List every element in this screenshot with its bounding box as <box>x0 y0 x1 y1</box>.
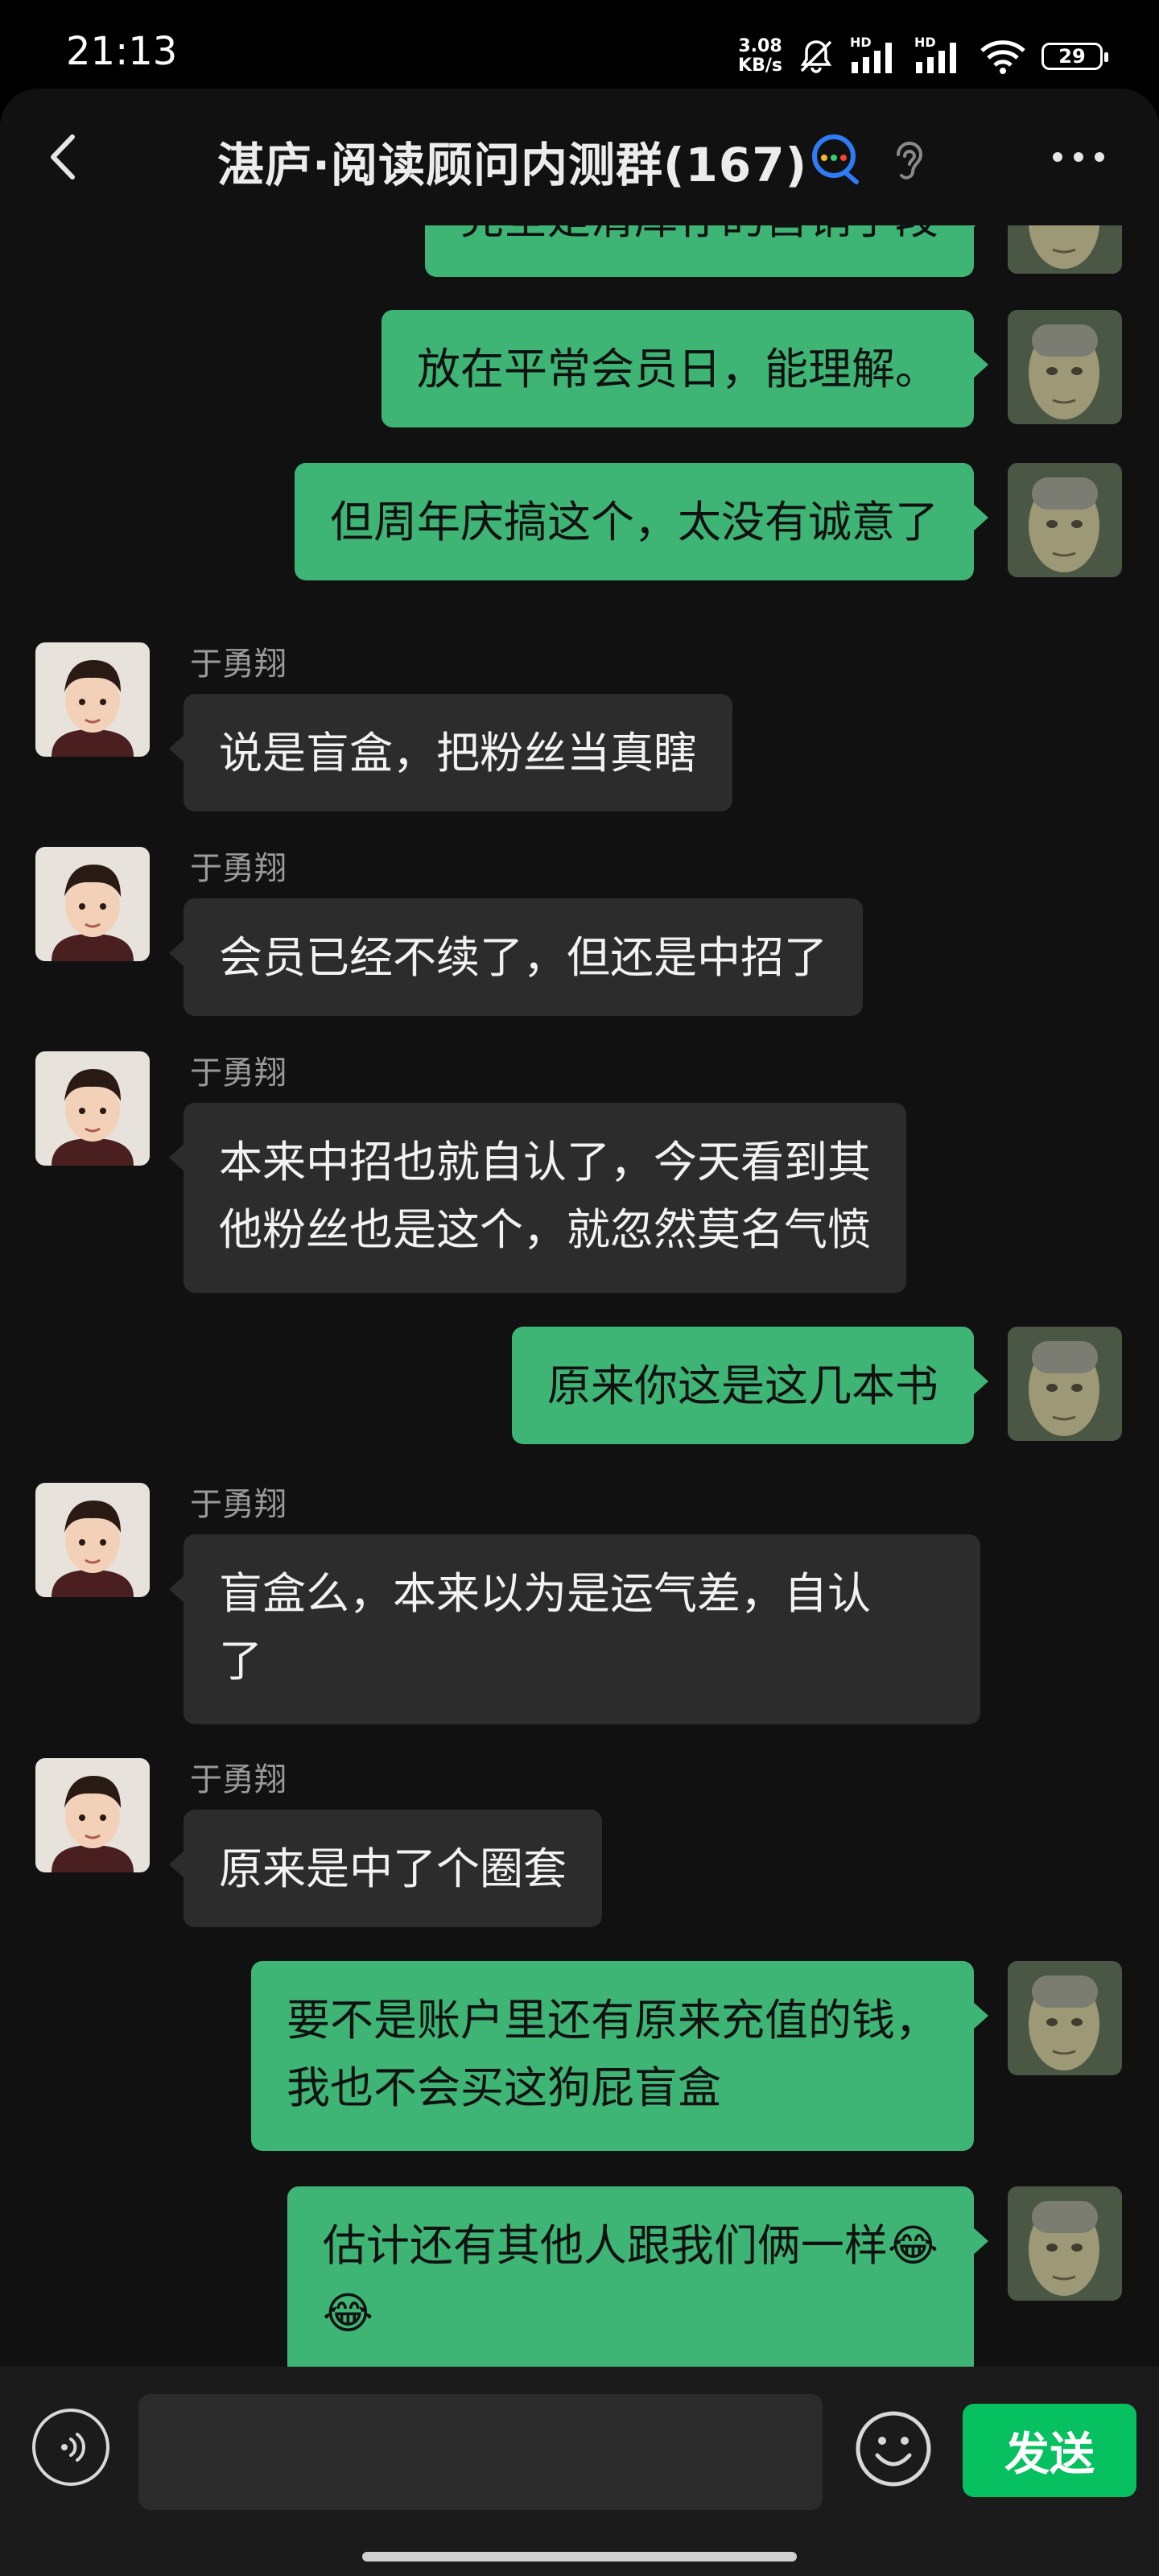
avatar[interactable] <box>35 1758 150 1872</box>
signal-icon <box>852 43 892 73</box>
message-bubble[interactable]: 盲盒么，本来以为是运气差，自认 了 <box>169 1534 980 1724</box>
avatar[interactable] <box>35 642 150 757</box>
message-bubble[interactable]: 估计还有其他人跟我们俩一样😂 😂 <box>287 2186 989 2375</box>
ear-icon <box>897 142 923 180</box>
avatar[interactable] <box>1008 1327 1122 1441</box>
avatar[interactable] <box>35 847 150 961</box>
status-bar: 21:13 3.08 KB/s HD HD 29 <box>0 0 1159 95</box>
mute-bell-icon <box>800 40 832 73</box>
message-row: 放在平常会员日，能理解。 <box>0 310 1159 431</box>
status-time: 21:13 <box>66 29 178 74</box>
avatar[interactable] <box>1008 2186 1122 2301</box>
network-speed: 3.08 KB/s <box>738 36 782 76</box>
message-input[interactable] <box>138 2394 823 2510</box>
message-row: 于勇翔 会员已经不续了，但还是中招了 <box>0 847 1159 1016</box>
battery-indicator: 29 <box>1041 43 1108 70</box>
signal-1: HD <box>850 35 900 75</box>
sender-name: 于勇翔 <box>190 646 287 683</box>
message-bubble[interactable]: 说是盲盒，把粉丝当真瞎 <box>169 694 732 811</box>
signal-icon <box>916 43 956 73</box>
input-bar: 发送 <box>0 2367 1159 2576</box>
message-bubble[interactable]: 原来你这是这几本书 <box>512 1327 988 1444</box>
chat-bubble-icon <box>812 134 859 184</box>
chat-window: 湛庐·阅读顾问内测群(167) 完全是清库存的营销手段 <box>0 89 1159 2375</box>
avatar[interactable] <box>1008 463 1122 577</box>
message-row: 于勇翔 说是盲盒，把粉丝当真瞎 <box>0 642 1159 811</box>
sender-name: 于勇翔 <box>190 850 287 887</box>
sender-name: 于勇翔 <box>190 1761 287 1798</box>
message-row: 原来你这是这几本书 <box>0 1327 1159 1447</box>
message-row: 于勇翔 原来是中了个圈套 <box>0 1758 1159 1927</box>
avatar[interactable] <box>35 1483 150 1597</box>
more-horizontal-icon[interactable] <box>1046 137 1111 177</box>
message-row: 要不是账户里还有原来充值的钱， 我也不会买这狗屁盲盒 <box>0 1961 1159 2154</box>
sender-name: 于勇翔 <box>190 1486 287 1523</box>
avatar[interactable] <box>1008 310 1122 424</box>
avatar[interactable] <box>35 1051 150 1166</box>
voice-icon <box>61 2433 85 2462</box>
title-icons <box>808 130 929 188</box>
page-title[interactable]: 湛庐·阅读顾问内测群(167) <box>217 127 807 195</box>
message-list[interactable]: 完全是清库存的营销手段 放在平常会员日，能理解。 <box>0 159 1159 2375</box>
message-row: 于勇翔 盲盒么，本来以为是运气差，自认 了 <box>0 1483 1159 1724</box>
chevron-left-icon[interactable] <box>37 129 93 185</box>
message-bubble[interactable]: 会员已经不续了，但还是中招了 <box>169 898 863 1016</box>
message-bubble[interactable]: 本来中招也就自认了，今天看到其 他粉丝也是这个，就忽然莫名气愤 <box>169 1103 906 1293</box>
message-bubble[interactable]: 放在平常会员日，能理解。 <box>382 310 988 427</box>
voice-button[interactable] <box>32 2409 109 2486</box>
home-indicator[interactable] <box>362 2552 797 2562</box>
message-bubble[interactable]: 但周年庆搞这个，太没有诚意了 <box>295 463 988 580</box>
nav-bar: 湛庐·阅读顾问内测群(167) <box>0 89 1159 225</box>
sender-name: 于勇翔 <box>190 1055 287 1092</box>
signal-2: HD <box>914 35 964 75</box>
wifi-icon <box>980 40 1025 74</box>
message-row: 估计还有其他人跟我们俩一样😂 😂 <box>0 2186 1159 2375</box>
message-row: 于勇翔 本来中招也就自认了，今天看到其 他粉丝也是这个，就忽然莫名气愤 <box>0 1051 1159 1293</box>
send-button[interactable]: 发送 <box>963 2404 1136 2497</box>
status-icons: 3.08 KB/s HD HD 29 <box>738 32 1108 80</box>
emoji-icon[interactable] <box>853 2409 934 2489</box>
message-bubble[interactable]: 原来是中了个圈套 <box>169 1810 602 1927</box>
message-row: 但周年庆搞这个，太没有诚意了 <box>0 463 1159 584</box>
avatar[interactable] <box>1008 1961 1122 2075</box>
message-bubble[interactable]: 要不是账户里还有原来充值的钱， 我也不会买这狗屁盲盒 <box>251 1961 988 2151</box>
